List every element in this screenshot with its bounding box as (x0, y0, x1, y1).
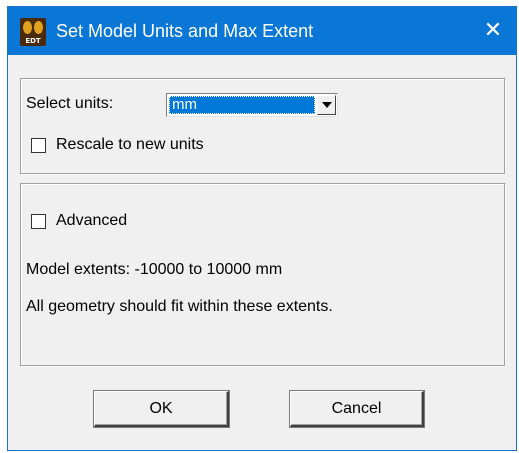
units-selected-value: mm (169, 96, 315, 114)
geometry-note-text: All geometry should fit within these ext… (26, 298, 333, 315)
app-icon-left-mark (23, 21, 32, 34)
app-icon-text: EDT (25, 37, 41, 45)
select-units-label: Select units: (26, 95, 114, 112)
chevron-down-icon[interactable] (317, 95, 336, 115)
rescale-label: Rescale to new units (56, 136, 204, 153)
cancel-button[interactable]: Cancel (290, 391, 424, 427)
dialog-window: EDT Set Model Units and Max Extent ✕ Sel… (7, 6, 517, 451)
app-icon-right-mark (34, 21, 43, 34)
ok-button[interactable]: OK (94, 391, 229, 427)
dropdown-arrow-glyph (322, 102, 332, 108)
model-extents-text: Model extents: -10000 to 10000 mm (26, 261, 283, 278)
dialog-title: Set Model Units and Max Extent (56, 21, 314, 41)
title-bar[interactable]: EDT Set Model Units and Max Extent ✕ (8, 7, 516, 55)
app-icon: EDT (20, 18, 46, 46)
close-icon[interactable]: ✕ (470, 7, 516, 55)
advanced-label: Advanced (56, 212, 128, 229)
units-dropdown[interactable]: mm (166, 93, 338, 117)
advanced-checkbox[interactable] (31, 214, 46, 229)
rescale-checkbox[interactable] (31, 138, 46, 153)
